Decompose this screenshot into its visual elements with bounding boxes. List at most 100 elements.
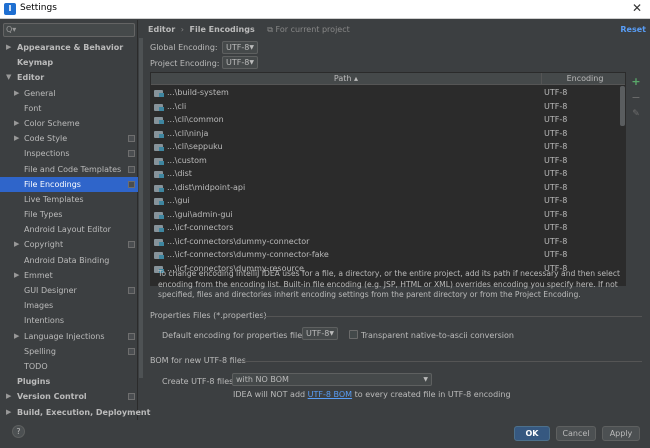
sidebar-search-input[interactable]: Q▾ <box>3 23 135 37</box>
divider <box>242 361 642 362</box>
project-encoding-select[interactable]: UTF-8 ▼ <box>222 56 258 69</box>
chevron-right-icon[interactable]: ▶ <box>14 131 19 146</box>
sidebar-item[interactable]: File Encodings <box>0 176 138 192</box>
path-cell: ...\cli\ninja <box>167 128 209 138</box>
chevron-right-icon[interactable]: ▶ <box>14 116 19 131</box>
add-icon[interactable]: + <box>630 76 642 88</box>
encoding-cell[interactable]: UTF-8 <box>544 86 567 100</box>
table-scrollbar[interactable] <box>620 86 625 126</box>
sidebar-item[interactable]: Font <box>0 101 138 116</box>
global-encoding-select[interactable]: UTF-8 ▼ <box>222 41 258 54</box>
sidebar-item[interactable]: ▶ Copyright <box>0 237 138 252</box>
close-icon[interactable]: ✕ <box>632 1 642 15</box>
table-row[interactable]: ...\dist UTF-8 <box>151 167 625 181</box>
table-row[interactable]: ...\cli UTF-8 <box>151 100 625 114</box>
sidebar-item[interactable]: Inspections <box>0 146 138 161</box>
project-settings-icon <box>128 332 135 340</box>
sidebar-item[interactable]: ▶ Color Scheme <box>0 116 138 131</box>
column-header-path[interactable]: Path ▴ <box>151 73 542 85</box>
encoding-cell[interactable]: UTF-8 <box>544 167 567 181</box>
chevron-right-icon[interactable]: ▶ <box>14 237 19 252</box>
chevron-right-icon[interactable]: ▶ <box>14 268 19 283</box>
folder-icon <box>154 157 164 165</box>
sidebar-item[interactable]: Live Templates <box>0 192 138 207</box>
table-row[interactable]: ...\icf-connectors\dummy-connector UTF-8 <box>151 235 625 249</box>
sidebar-item[interactable]: ▶ Appearance & Behavior <box>0 40 138 55</box>
column-header-encoding[interactable]: Encoding <box>543 73 625 85</box>
path-cell: ...\icf-connectors\dummy-connector <box>167 236 310 246</box>
apply-button[interactable]: Apply <box>602 426 640 441</box>
chevron-right-icon[interactable]: ▶ <box>14 329 19 344</box>
table-row[interactable]: ...\cli\common UTF-8 <box>151 113 625 127</box>
sidebar-item-label: General <box>24 88 56 98</box>
table-row[interactable]: ...\gui\admin-gui UTF-8 <box>151 208 625 222</box>
encoding-cell[interactable]: UTF-8 <box>544 208 567 222</box>
properties-encoding-select[interactable]: UTF-8 ▼ <box>302 327 338 340</box>
table-row[interactable]: ...\cli\ninja UTF-8 <box>151 127 625 141</box>
chevron-down-icon: ▼ <box>423 376 428 383</box>
sidebar-item-label: Images <box>24 301 54 311</box>
help-icon[interactable]: ? <box>12 425 25 438</box>
sidebar-item[interactable]: Spelling <box>0 344 138 359</box>
sidebar-item[interactable]: ▼ Editor <box>0 70 138 85</box>
sidebar-scrollbar[interactable] <box>139 38 143 378</box>
sidebar-item[interactable]: File and Code Templates <box>0 162 138 177</box>
table-row[interactable]: ...\cli\seppuku UTF-8 <box>151 140 625 154</box>
sidebar-item[interactable]: TODO <box>0 359 138 374</box>
sidebar-item[interactable]: ▶ Language Injections <box>0 329 138 344</box>
chevron-right-icon[interactable]: ▶ <box>6 389 11 404</box>
sidebar-item[interactable]: Images <box>0 298 138 313</box>
edit-icon[interactable]: ✎ <box>630 108 642 120</box>
table-row[interactable]: ...\custom UTF-8 <box>151 154 625 168</box>
chevron-right-icon[interactable]: ▶ <box>6 40 11 55</box>
sidebar-item-label: Appearance & Behavior <box>17 43 124 52</box>
chevron-right-icon[interactable]: ▶ <box>6 405 11 420</box>
encoding-cell[interactable]: UTF-8 <box>544 127 567 141</box>
properties-encoding-value: UTF-8 <box>306 329 330 338</box>
encoding-cell[interactable]: UTF-8 <box>544 140 567 154</box>
path-cell: ...\icf-connectors\dummy-connector-fake <box>167 250 329 259</box>
table-row[interactable]: ...\gui UTF-8 <box>151 194 625 208</box>
window-titlebar: I Settings ✕ <box>0 0 650 19</box>
encoding-cell[interactable]: UTF-8 <box>544 221 567 235</box>
folder-icon <box>154 130 164 138</box>
encoding-cell[interactable]: UTF-8 <box>544 181 567 195</box>
path-cell: ...\gui\admin-gui <box>167 209 233 219</box>
cancel-button[interactable]: Cancel <box>556 426 596 441</box>
encoding-cell[interactable]: UTF-8 <box>544 100 567 114</box>
sidebar-item[interactable]: GUI Designer <box>0 283 138 298</box>
sidebar-item[interactable]: Keymap <box>0 55 138 70</box>
native-to-ascii-checkbox[interactable] <box>349 330 358 339</box>
sidebar-item[interactable]: ▶ General <box>0 86 138 101</box>
sidebar-item-label: Emmet <box>24 270 53 280</box>
ok-button[interactable]: OK <box>514 426 550 441</box>
project-settings-icon <box>128 150 135 158</box>
encoding-cell[interactable]: UTF-8 <box>544 194 567 208</box>
table-row[interactable]: ...\build-system UTF-8 <box>151 86 625 100</box>
encoding-cell[interactable]: UTF-8 <box>544 154 567 168</box>
sidebar-item[interactable]: File Types <box>0 207 138 222</box>
table-row[interactable]: ...\icf-connectors\dummy-connector-fake U… <box>151 248 625 262</box>
sidebar-item[interactable]: Android Data Binding <box>0 253 138 268</box>
reset-link[interactable]: Reset <box>620 25 646 34</box>
utf8-bom-link[interactable]: UTF-8 BOM <box>308 390 352 399</box>
window-title: Settings <box>20 3 57 13</box>
sidebar-item[interactable]: Intentions <box>0 313 138 328</box>
table-row[interactable]: ...\icf-connectors UTF-8 <box>151 221 625 235</box>
sidebar-item[interactable]: ▶ Version Control <box>0 389 138 404</box>
sidebar-item[interactable]: ▶ Build, Execution, Deployment <box>0 405 150 420</box>
chevron-down-icon[interactable]: ▼ <box>6 70 11 85</box>
bom-create-select[interactable]: with NO BOM ▼ <box>232 373 432 386</box>
sidebar-item[interactable]: Plugins <box>0 374 138 389</box>
encoding-cell[interactable]: UTF-8 <box>544 235 567 249</box>
remove-icon[interactable]: − <box>630 92 642 104</box>
sidebar-item-label: Inspections <box>24 149 70 159</box>
table-row[interactable]: ...\dist\midpoint-api UTF-8 <box>151 181 625 195</box>
encoding-cell[interactable]: UTF-8 <box>544 248 567 262</box>
sidebar-item[interactable]: ▶ Emmet <box>0 268 138 283</box>
folder-icon <box>154 90 164 97</box>
sidebar-item[interactable]: ▶ Code Style <box>0 131 138 146</box>
chevron-right-icon[interactable]: ▶ <box>14 86 19 101</box>
encoding-cell[interactable]: UTF-8 <box>544 113 567 127</box>
sidebar-item[interactable]: Android Layout Editor <box>0 222 138 237</box>
